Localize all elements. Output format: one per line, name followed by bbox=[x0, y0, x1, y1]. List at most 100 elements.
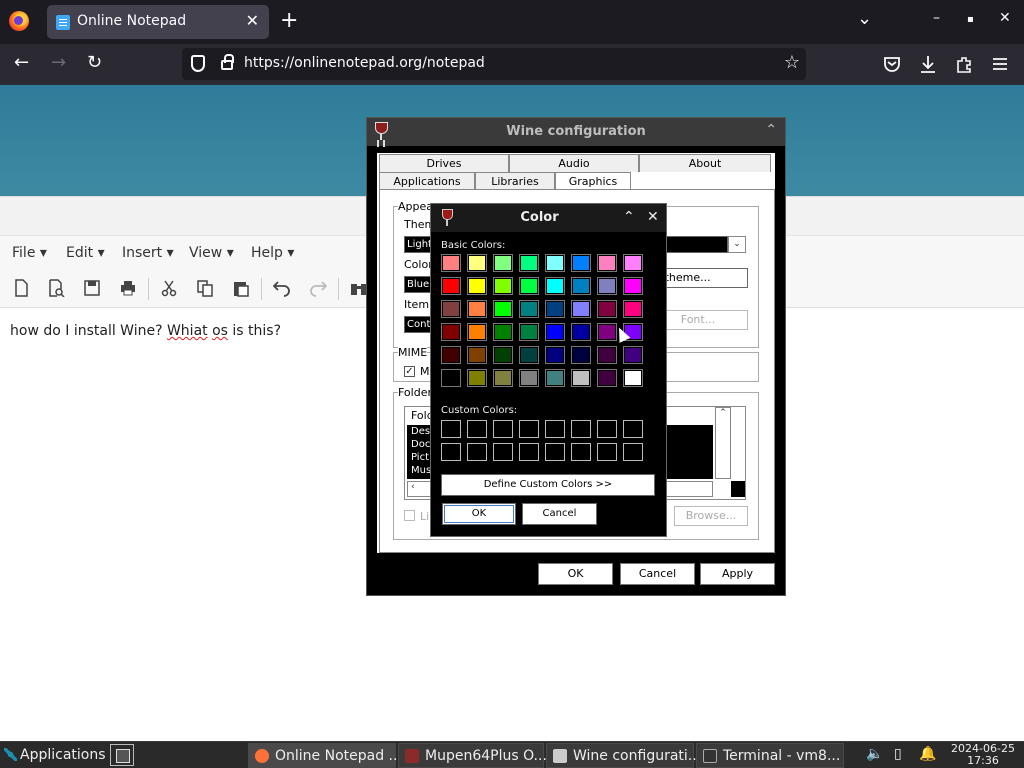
custom-color-swatch[interactable] bbox=[467, 420, 487, 438]
define-custom-colors-button[interactable]: Define Custom Colors >> bbox=[441, 474, 655, 496]
basic-color-swatch[interactable] bbox=[571, 323, 591, 341]
folder-row[interactable]: Des bbox=[411, 426, 430, 437]
basic-color-swatch[interactable] bbox=[441, 254, 461, 272]
applications-menu-icon[interactable] bbox=[4, 748, 17, 761]
basic-color-swatch[interactable] bbox=[623, 300, 643, 318]
basic-color-swatch[interactable] bbox=[623, 277, 643, 295]
basic-color-swatch[interactable] bbox=[519, 369, 539, 387]
custom-color-swatch[interactable] bbox=[597, 420, 617, 438]
volume-icon[interactable]: 🔈 bbox=[866, 746, 883, 762]
custom-color-swatch[interactable] bbox=[441, 443, 461, 461]
basic-color-swatch[interactable] bbox=[571, 277, 591, 295]
basic-color-swatch[interactable] bbox=[519, 346, 539, 364]
minimize-icon[interactable]: – bbox=[933, 10, 940, 26]
open-preview-icon[interactable] bbox=[47, 279, 65, 297]
tab-close-icon[interactable]: ✕ bbox=[246, 11, 259, 30]
custom-color-swatch[interactable] bbox=[441, 420, 461, 438]
lock-icon[interactable] bbox=[221, 54, 234, 70]
basic-color-swatch[interactable] bbox=[493, 323, 513, 341]
taskbar-item-online-notepad[interactable]: Online Notepad ... bbox=[248, 743, 402, 768]
basic-color-swatch[interactable] bbox=[493, 369, 513, 387]
battery-icon[interactable]: ▯ bbox=[894, 746, 902, 762]
custom-color-swatch[interactable] bbox=[545, 443, 565, 461]
basic-color-swatch[interactable] bbox=[467, 254, 487, 272]
basic-color-swatch[interactable] bbox=[571, 369, 591, 387]
save-icon[interactable] bbox=[83, 279, 101, 297]
basic-color-swatch[interactable] bbox=[441, 300, 461, 318]
tab-audio[interactable]: Audio bbox=[509, 154, 639, 172]
custom-color-swatch[interactable] bbox=[571, 443, 591, 461]
forward-icon[interactable]: → bbox=[51, 53, 66, 73]
menu-help[interactable]: Help ▾ bbox=[251, 245, 294, 261]
wine-titlebar[interactable]: Wine configuration ⌃ bbox=[367, 118, 785, 146]
copy-icon[interactable] bbox=[196, 279, 214, 297]
custom-color-swatch[interactable] bbox=[519, 420, 539, 438]
notifications-bell-icon[interactable]: 🔔 bbox=[919, 746, 936, 762]
menu-edit[interactable]: Edit ▾ bbox=[66, 245, 105, 261]
basic-color-swatch[interactable] bbox=[545, 346, 565, 364]
cut-icon[interactable] bbox=[160, 279, 178, 297]
print-icon[interactable] bbox=[119, 279, 137, 297]
basic-color-swatch[interactable] bbox=[519, 300, 539, 318]
folder-row[interactable]: Mus bbox=[411, 465, 431, 476]
reload-icon[interactable]: ↻ bbox=[87, 53, 102, 73]
mime-checkbox[interactable]: ✓ bbox=[404, 366, 415, 377]
basic-color-swatch[interactable] bbox=[545, 369, 565, 387]
custom-color-swatch[interactable] bbox=[597, 443, 617, 461]
basic-color-swatch[interactable] bbox=[519, 323, 539, 341]
basic-color-swatch[interactable] bbox=[441, 277, 461, 295]
custom-color-swatch[interactable] bbox=[493, 443, 513, 461]
tab-online-notepad[interactable]: Online Notepad ✕ bbox=[47, 5, 269, 39]
basic-color-swatch[interactable] bbox=[493, 300, 513, 318]
back-icon[interactable]: ← bbox=[14, 53, 29, 73]
taskbar-item-terminal[interactable]: Terminal - vm8... bbox=[696, 743, 844, 768]
collapse-icon[interactable]: ⌃ bbox=[623, 209, 635, 225]
custom-color-swatch[interactable] bbox=[571, 420, 591, 438]
folder-row[interactable]: Pict bbox=[411, 452, 429, 463]
theme-dropdown-arrow-icon[interactable]: ⌄ bbox=[728, 236, 746, 253]
maximize-icon[interactable]: ▪ bbox=[967, 14, 974, 25]
basic-color-swatch[interactable] bbox=[467, 323, 487, 341]
basic-color-swatch[interactable] bbox=[623, 369, 643, 387]
basic-color-swatch[interactable] bbox=[545, 277, 565, 295]
tab-drives[interactable]: Drives bbox=[379, 154, 509, 172]
basic-color-swatch[interactable] bbox=[467, 346, 487, 364]
applications-menu-button[interactable]: Applications bbox=[20, 747, 106, 763]
tab-libraries[interactable]: Libraries bbox=[475, 172, 555, 190]
show-desktop-icon[interactable] bbox=[110, 744, 134, 766]
basic-color-swatch[interactable] bbox=[467, 369, 487, 387]
basic-color-swatch[interactable] bbox=[545, 300, 565, 318]
menu-view[interactable]: View ▾ bbox=[189, 245, 234, 261]
bookmark-star-icon[interactable]: ☆ bbox=[784, 52, 800, 73]
color-cancel-button[interactable]: Cancel bbox=[522, 503, 597, 525]
wine-apply-button[interactable]: Apply bbox=[700, 563, 775, 585]
basic-color-swatch[interactable] bbox=[623, 254, 643, 272]
menu-file[interactable]: File ▾ bbox=[12, 245, 47, 261]
window-close-icon[interactable]: ✕ bbox=[999, 10, 1011, 26]
basic-color-swatch[interactable] bbox=[467, 300, 487, 318]
custom-color-swatch[interactable] bbox=[519, 443, 539, 461]
basic-color-swatch[interactable] bbox=[493, 346, 513, 364]
basic-color-swatch[interactable] bbox=[571, 346, 591, 364]
basic-color-swatch[interactable] bbox=[571, 300, 591, 318]
basic-color-swatch[interactable] bbox=[597, 254, 617, 272]
list-all-tabs-icon[interactable]: ⌄ bbox=[857, 8, 872, 29]
extensions-icon[interactable] bbox=[955, 55, 973, 73]
clock[interactable]: 2024-06-25 17:36 bbox=[947, 743, 1019, 767]
tab-about[interactable]: About bbox=[639, 154, 771, 172]
basic-color-swatch[interactable] bbox=[545, 323, 565, 341]
basic-color-swatch[interactable] bbox=[545, 254, 565, 272]
pocket-icon[interactable] bbox=[883, 56, 901, 72]
folder-row[interactable]: Doc bbox=[411, 439, 430, 450]
notepad-text-content[interactable]: how do I install Wine? Whiat os is this? bbox=[10, 323, 281, 339]
tab-applications[interactable]: Applications bbox=[379, 172, 475, 190]
basic-color-swatch[interactable] bbox=[571, 254, 591, 272]
wine-cancel-button[interactable]: Cancel bbox=[620, 563, 695, 585]
color-ok-button[interactable]: OK bbox=[442, 503, 516, 525]
basic-color-swatch[interactable] bbox=[597, 300, 617, 318]
menu-insert[interactable]: Insert ▾ bbox=[122, 245, 174, 261]
custom-color-swatch[interactable] bbox=[467, 443, 487, 461]
custom-color-swatch[interactable] bbox=[623, 420, 643, 438]
undo-icon[interactable] bbox=[273, 279, 291, 297]
basic-color-swatch[interactable] bbox=[623, 346, 643, 364]
